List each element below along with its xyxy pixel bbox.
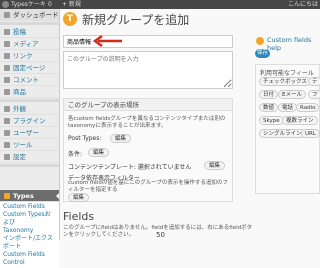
submenu-custom-types[interactable]: Custom Typesおよび [3, 211, 56, 227]
sidebar-item-appearance[interactable]: 外観 [0, 103, 59, 115]
visibility-heading: このグループの表示場所 [64, 99, 232, 111]
sidebar-item-products[interactable]: 商品 [0, 86, 59, 98]
sidebar-item-links[interactable]: リンク [0, 50, 59, 62]
appearance-icon [4, 106, 10, 112]
settings-icon [4, 154, 10, 160]
field-button-text[interactable]: テ [308, 77, 320, 86]
available-fields-box: 利用可能なフィールド チェックボックス テ 日付 Eメール フ 数値 電話 Ra… [255, 64, 320, 194]
group-name-input[interactable] [63, 35, 233, 48]
admin-bar: Typesケーキ 0 + 新規 こんにちは [0, 0, 320, 9]
sidebar-item-settings[interactable]: 設定 [0, 151, 59, 163]
field-button-singleline[interactable]: シングルライン [259, 129, 306, 138]
data-filter-description: custom fieldの値を基にこのグループの表示を操作する追加のフィルターを… [68, 180, 228, 193]
menu-separator [0, 99, 59, 102]
menu-separator [0, 164, 59, 167]
sidebar-item-dashboard[interactable]: ダッシュボード [0, 9, 59, 21]
sidebar-item-label: 投稿 [13, 28, 26, 36]
link-icon [4, 53, 10, 59]
sidebar-item-tools[interactable]: ツール [0, 139, 59, 151]
menu-separator [0, 22, 59, 25]
custom-fields-help-link[interactable]: Custom fields help [267, 36, 320, 52]
submenu-custom-fields[interactable]: Custom Fields [3, 203, 56, 211]
types-logo-icon: T [63, 12, 77, 26]
comment-count[interactable]: 0 [48, 0, 52, 9]
field-button-url[interactable]: URL [301, 129, 320, 138]
save-button[interactable]: 保存 [255, 49, 270, 58]
sidebar-item-label: Types [13, 192, 34, 200]
field-button-skype[interactable]: Skype [259, 116, 284, 125]
sidebar-item-plugins[interactable]: プラグイン [0, 115, 59, 127]
sidebar-item-label: 設定 [13, 153, 26, 161]
field-button-radio[interactable]: Radio [296, 103, 320, 112]
sidebar-item-posts[interactable]: 投稿 [0, 26, 59, 38]
conditions-label: 条件: [68, 151, 83, 158]
submenu-custom-fields-control[interactable]: Custom Fields [3, 251, 56, 259]
product-icon [4, 89, 10, 95]
sidebar-item-label: ダッシュボード [13, 11, 59, 19]
tools-icon [4, 142, 10, 148]
conditions-edit-button[interactable]: 編集 [88, 148, 110, 157]
types-submenu: Custom Fields Custom Typesおよび Taxonomy イ… [0, 202, 59, 268]
sidebar-item-label: リンク [13, 52, 33, 60]
sidebar-item-label: 商品 [13, 88, 26, 96]
sidebar-item-types[interactable]: Types [0, 190, 59, 202]
field-button-phone[interactable]: 電話 [278, 103, 298, 112]
content-template-label: コンテンツテンプレート: 選択されていません [68, 164, 192, 171]
post-types-edit-button[interactable]: 編集 [110, 134, 132, 143]
fields-section-title: Fields [63, 210, 95, 223]
visibility-box: このグループの表示場所 各custom fieldsグループを異なるコンテンツタ… [63, 98, 233, 202]
field-button-number[interactable]: 数値 [259, 103, 279, 112]
sidebar-item-label: メディア [13, 40, 39, 48]
howdy-user[interactable]: こんにちは [288, 0, 318, 9]
plugin-icon [4, 118, 10, 124]
visibility-description: 各custom fieldsグループを異なるコンテンツタイプまたは別のtaxon… [68, 116, 226, 129]
page-icon [4, 65, 10, 71]
media-icon [4, 41, 10, 47]
sidebar-item-label: コメント [13, 76, 39, 84]
comment-icon [4, 77, 10, 83]
help-icon [256, 37, 264, 45]
types-icon [4, 193, 10, 199]
field-button-multiline[interactable]: 複数ライン [282, 116, 318, 125]
sidebar-item-pages[interactable]: 固定ページ [0, 62, 59, 74]
sidebar-item-label: 固定ページ [13, 64, 46, 72]
submenu-import-export[interactable]: インポート/エクスポート [3, 235, 56, 251]
sidebar-item-users[interactable]: ユーザー [0, 127, 59, 139]
field-button-file[interactable]: フ [308, 90, 320, 99]
pin-icon [4, 29, 10, 35]
site-name-link[interactable]: Typesケーキ [11, 0, 46, 9]
submenu-taxonomy[interactable]: Taxonomy [3, 227, 56, 235]
field-button-checkbox[interactable]: チェックボックス [259, 77, 311, 86]
current-arrow [56, 193, 59, 199]
users-icon [4, 130, 10, 136]
data-filter-edit-button[interactable]: 編集 [68, 193, 90, 202]
post-types-label: Post Types: [68, 135, 102, 142]
sidebar-item-comments[interactable]: コメント [0, 74, 59, 86]
field-button-date[interactable]: 日付 [259, 90, 279, 99]
field-button-email[interactable]: Eメール [278, 90, 306, 99]
wordpress-logo-icon[interactable] [2, 1, 9, 8]
annotation-arrow-icon [92, 35, 122, 47]
submenu-control[interactable]: Control [3, 259, 56, 267]
sidebar-item-media[interactable]: メディア [0, 38, 59, 50]
sidebar-item-label: 外観 [13, 105, 26, 113]
group-description-textarea[interactable] [63, 51, 233, 89]
sidebar-item-label: ツール [13, 141, 33, 149]
page-number: 50 [155, 231, 166, 239]
sidebar-item-label: ユーザー [13, 129, 39, 137]
admin-sidebar: ダッシュボード 投稿 メディア リンク 固定ページ コメント 商品 外観 プラグ… [0, 9, 60, 268]
dashboard-icon [4, 12, 10, 18]
new-content-link[interactable]: + 新規 [62, 0, 81, 9]
content-template-edit-button[interactable]: 編集 [204, 161, 226, 170]
page-title: 新規グループを追加 [82, 13, 190, 27]
sidebar-item-label: プラグイン [13, 117, 46, 125]
